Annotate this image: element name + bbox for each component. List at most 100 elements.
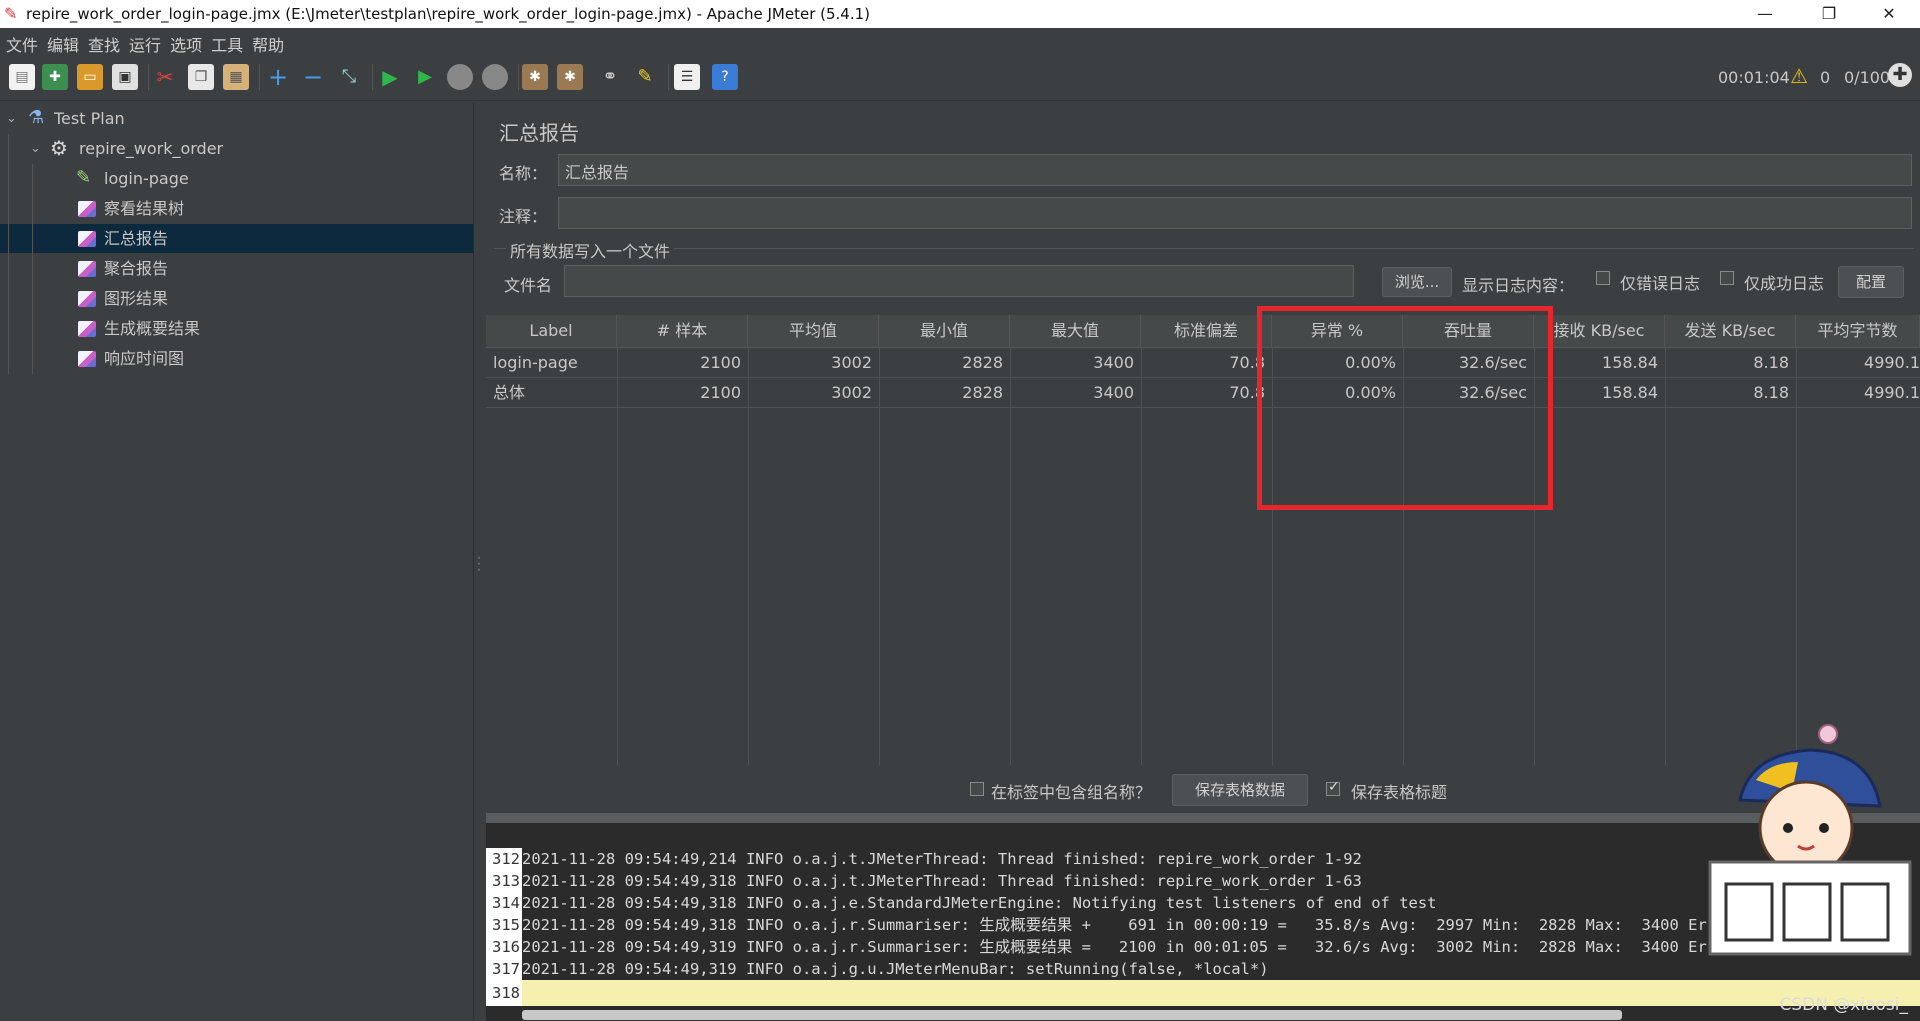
tree-node-aggregate-report[interactable]: 聚合报告: [0, 254, 473, 283]
col-header-std-dev[interactable]: 标准偏差: [1141, 315, 1272, 347]
mascot-sticker: [1700, 722, 1914, 962]
table-row[interactable]: 总体 2100 3002 2828 3400 70.8 0.00% 32.6/s…: [486, 378, 1920, 408]
name-field[interactable]: 汇总报告: [558, 154, 1912, 186]
tree-node-response-time-graph[interactable]: 响应时间图: [0, 344, 473, 373]
jmeter-feather-icon: ✎: [4, 4, 18, 23]
pipette-icon: ✎: [76, 167, 92, 188]
save-table-data-button[interactable]: 保存表格数据: [1172, 774, 1308, 806]
log-horizontal-scrollbar[interactable]: [522, 1010, 1622, 1020]
col-header-sent[interactable]: 发送 KB/sec: [1665, 315, 1796, 347]
cut-icon[interactable]: ✂: [152, 64, 178, 90]
restore-button[interactable]: ❐: [1806, 0, 1852, 28]
comment-label: 注释：: [499, 207, 548, 226]
warning-icon[interactable]: ⚠: [1790, 64, 1808, 88]
test-plan-tree: ⌄ ⚗ Test Plan ⌄ ⚙ repire_work_order ✎ lo…: [0, 103, 474, 1021]
tree-node-label: 生成概要结果: [104, 319, 201, 338]
col-header-average[interactable]: 平均值: [748, 315, 879, 347]
save-header-checkbox[interactable]: [1326, 779, 1340, 796]
include-group-checkbox[interactable]: [970, 782, 984, 796]
start-icon[interactable]: ▶: [377, 64, 403, 90]
browse-button[interactable]: 浏览...: [1382, 267, 1452, 297]
col-header-avg-bytes[interactable]: 平均字节数: [1796, 315, 1920, 347]
col-header-max[interactable]: 最大值: [1010, 315, 1141, 347]
success-only-checkbox[interactable]: [1720, 271, 1734, 285]
new-icon[interactable]: ▤: [9, 64, 35, 90]
menu-search[interactable]: 查找: [82, 28, 123, 56]
log-content-label: 显示日志内容：: [1462, 276, 1575, 295]
tree-node-label: 察看结果树: [104, 199, 185, 218]
watermark: CSDN @xiaosi_: [1779, 995, 1908, 1015]
help-icon[interactable]: ?: [712, 64, 738, 90]
tree-node-label: 响应时间图: [104, 349, 185, 368]
shutdown-icon[interactable]: [482, 64, 508, 90]
split-pane-divider[interactable]: · · ·: [474, 103, 484, 1021]
expand-icon[interactable]: +: [265, 64, 291, 90]
cell-min: 2828: [962, 353, 1003, 372]
copy-icon[interactable]: ❐: [188, 64, 214, 90]
panel-title: 汇总报告: [499, 121, 579, 145]
cell-max: 3400: [1093, 353, 1134, 372]
start-no-pause-icon[interactable]: ▶: [412, 64, 438, 90]
cell-received: 158.84: [1602, 353, 1658, 372]
close-button[interactable]: ✕: [1866, 0, 1912, 28]
cell-label: login-page: [493, 353, 578, 372]
tree-node-login-page[interactable]: ✎ login-page: [0, 164, 473, 193]
cell-label: 总体: [493, 383, 526, 402]
tree-node-label: 图形结果: [104, 289, 169, 308]
menu-help[interactable]: 帮助: [246, 28, 287, 56]
function-helper-icon[interactable]: ☰: [674, 64, 700, 90]
cell-average: 3002: [831, 383, 872, 402]
cell-avg-bytes: 4990.1: [1864, 383, 1920, 402]
save-header-label: 保存表格标题: [1351, 783, 1448, 802]
search-binoculars-icon[interactable]: ⚭: [597, 64, 623, 90]
chevron-down-icon[interactable]: ⌄: [6, 104, 17, 133]
cell-max: 3400: [1093, 383, 1134, 402]
name-label: 名称：: [499, 164, 548, 183]
col-header-samples[interactable]: # 样本: [617, 315, 748, 347]
menu-edit[interactable]: 编辑: [41, 28, 82, 56]
tree-node-summary-report[interactable]: 汇总报告: [0, 224, 473, 253]
col-header-received[interactable]: 接收 KB/sec: [1534, 315, 1665, 347]
remote-start-icon[interactable]: ✚: [1888, 63, 1912, 87]
splitter-grip-icon: · · ·: [477, 551, 481, 577]
stop-icon[interactable]: [447, 64, 473, 90]
tree-node-thread-group[interactable]: ⌄ ⚙ repire_work_order: [0, 134, 473, 163]
tree-node-graph-results[interactable]: 图形结果: [0, 284, 473, 313]
templates-icon[interactable]: ✚: [42, 64, 68, 90]
menu-tools[interactable]: 工具: [205, 28, 246, 56]
window-titlebar: ✎ repire_work_order_login-page.jmx (E:\J…: [0, 0, 1920, 28]
tree-node-test-plan[interactable]: ⌄ ⚗ Test Plan: [0, 104, 473, 133]
clear-all-icon[interactable]: ✱: [557, 64, 583, 90]
clear-icon[interactable]: ✱: [522, 64, 548, 90]
minimize-button[interactable]: —: [1742, 0, 1788, 28]
chevron-down-icon[interactable]: ⌄: [30, 134, 41, 163]
menu-options[interactable]: 选项: [164, 28, 205, 56]
collapse-icon[interactable]: −: [300, 64, 326, 90]
save-icon[interactable]: ▣: [112, 64, 138, 90]
errors-only-checkbox[interactable]: [1596, 271, 1610, 285]
thread-count: 0/100: [1844, 68, 1891, 87]
tree-node-label: repire_work_order: [79, 139, 224, 158]
window-title: repire_work_order_login-page.jmx (E:\Jme…: [26, 5, 870, 23]
comment-field[interactable]: [558, 197, 1912, 229]
tree-node-label: Test Plan: [54, 109, 125, 128]
col-header-min[interactable]: 最小值: [879, 315, 1010, 347]
tree-node-generate-summary[interactable]: 生成概要结果: [0, 314, 473, 343]
tree-node-view-results-tree[interactable]: 察看结果树: [0, 194, 473, 223]
reset-search-icon[interactable]: ✎: [632, 64, 658, 90]
cell-samples: 2100: [700, 353, 741, 372]
cell-sent: 8.18: [1753, 353, 1789, 372]
menu-file[interactable]: 文件: [0, 28, 41, 56]
toggle-icon[interactable]: ⤡: [336, 64, 362, 90]
include-group-label: 在标签中包含组名称？: [991, 783, 1152, 802]
col-header-label[interactable]: Label: [486, 315, 617, 347]
success-only-label: 仅成功日志: [1744, 274, 1825, 293]
menu-run[interactable]: 运行: [123, 28, 164, 56]
configure-button[interactable]: 配置: [1838, 266, 1904, 298]
menu-bar: 文件 编辑 查找 运行 选项 工具 帮助: [0, 28, 1920, 56]
table-row[interactable]: login-page 2100 3002 2828 3400 70.8 0.00…: [486, 348, 1920, 378]
filename-field[interactable]: [564, 265, 1354, 297]
open-icon[interactable]: ▭: [77, 64, 103, 90]
tree-guide-line: [8, 134, 9, 374]
paste-icon[interactable]: ▦: [223, 64, 249, 90]
